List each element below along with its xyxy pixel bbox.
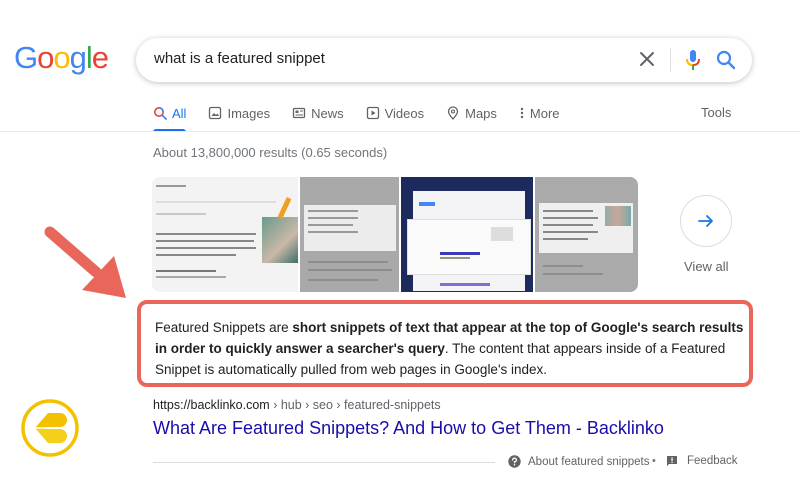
view-all-label[interactable]: View all: [684, 259, 729, 274]
help-icon: [508, 455, 521, 468]
feedback-link[interactable]: Feedback: [666, 455, 738, 467]
tabs-divider: [0, 131, 800, 132]
footer-divider: [153, 462, 495, 463]
result-title-link[interactable]: What Are Featured Snippets? And How to G…: [153, 418, 664, 439]
annotation-arrow-icon: [44, 226, 126, 298]
tools-button[interactable]: Tools: [701, 105, 731, 120]
logo-letter: o: [53, 40, 70, 75]
more-vert-icon: [520, 107, 524, 119]
clear-search-button[interactable]: [636, 48, 658, 70]
featured-snippet-highlight: Featured Snippets are short snippets of …: [137, 300, 753, 387]
tab-more[interactable]: More: [519, 103, 560, 123]
search-box-divider: [670, 48, 671, 72]
footer-separator: •: [652, 455, 656, 467]
play-icon: [366, 106, 379, 120]
tab-images[interactable]: Images: [208, 103, 270, 123]
result-path: › hub › seo › featured-snippets: [269, 398, 441, 412]
feedback-label: Feedback: [687, 455, 738, 467]
view-all-button[interactable]: [680, 195, 732, 247]
about-label: About featured snippets: [528, 455, 650, 468]
search-icon: [716, 50, 736, 70]
close-icon: [640, 52, 654, 66]
tab-label: Images: [227, 105, 271, 121]
tab-label: All: [172, 105, 187, 121]
image-thumbnail[interactable]: [535, 177, 638, 292]
result-domain: https://backlinko.com: [153, 398, 270, 412]
google-logo[interactable]: Google: [14, 40, 109, 76]
tab-label: Videos: [384, 105, 425, 121]
about-featured-snippets-link[interactable]: About featured snippets: [508, 455, 649, 468]
voice-search-button[interactable]: [682, 48, 704, 72]
tab-label: Maps: [465, 105, 497, 121]
tab-all[interactable]: All: [153, 103, 187, 132]
image-thumbnail[interactable]: [300, 177, 401, 292]
result-url: https://backlinko.com › hub › seo › feat…: [153, 398, 441, 412]
image-strip: [152, 177, 638, 292]
search-icon: [154, 107, 167, 120]
search-tabs: All Images News Videos Maps More: [153, 103, 582, 132]
tab-videos[interactable]: Videos: [366, 103, 425, 123]
logo-letter: e: [91, 40, 109, 75]
mic-icon: [686, 50, 700, 70]
arrow-right-icon: [698, 215, 713, 227]
logo-letter: o: [37, 40, 54, 75]
tab-news[interactable]: News: [292, 103, 344, 123]
feedback-icon: [667, 456, 677, 466]
result-stats: About 13,800,000 results (0.65 seconds): [153, 145, 388, 160]
image-icon: [209, 106, 222, 120]
brand-watermark-logo-icon: [21, 399, 79, 457]
logo-letter: g: [69, 40, 87, 75]
image-thumbnail[interactable]: [401, 177, 535, 292]
tab-label: More: [529, 105, 560, 121]
news-icon: [292, 107, 306, 119]
search-submit-button[interactable]: [714, 48, 738, 72]
search-input[interactable]: [154, 50, 614, 67]
map-pin-icon: [447, 106, 459, 120]
snippet-text-before: Featured Snippets are: [155, 320, 293, 335]
tab-label: News: [311, 105, 344, 121]
tab-maps[interactable]: Maps: [446, 103, 497, 123]
image-thumbnail[interactable]: [152, 177, 300, 292]
logo-letter: G: [14, 40, 38, 75]
search-box: [136, 38, 752, 82]
featured-snippet-text: Featured Snippets are short snippets of …: [155, 317, 745, 380]
